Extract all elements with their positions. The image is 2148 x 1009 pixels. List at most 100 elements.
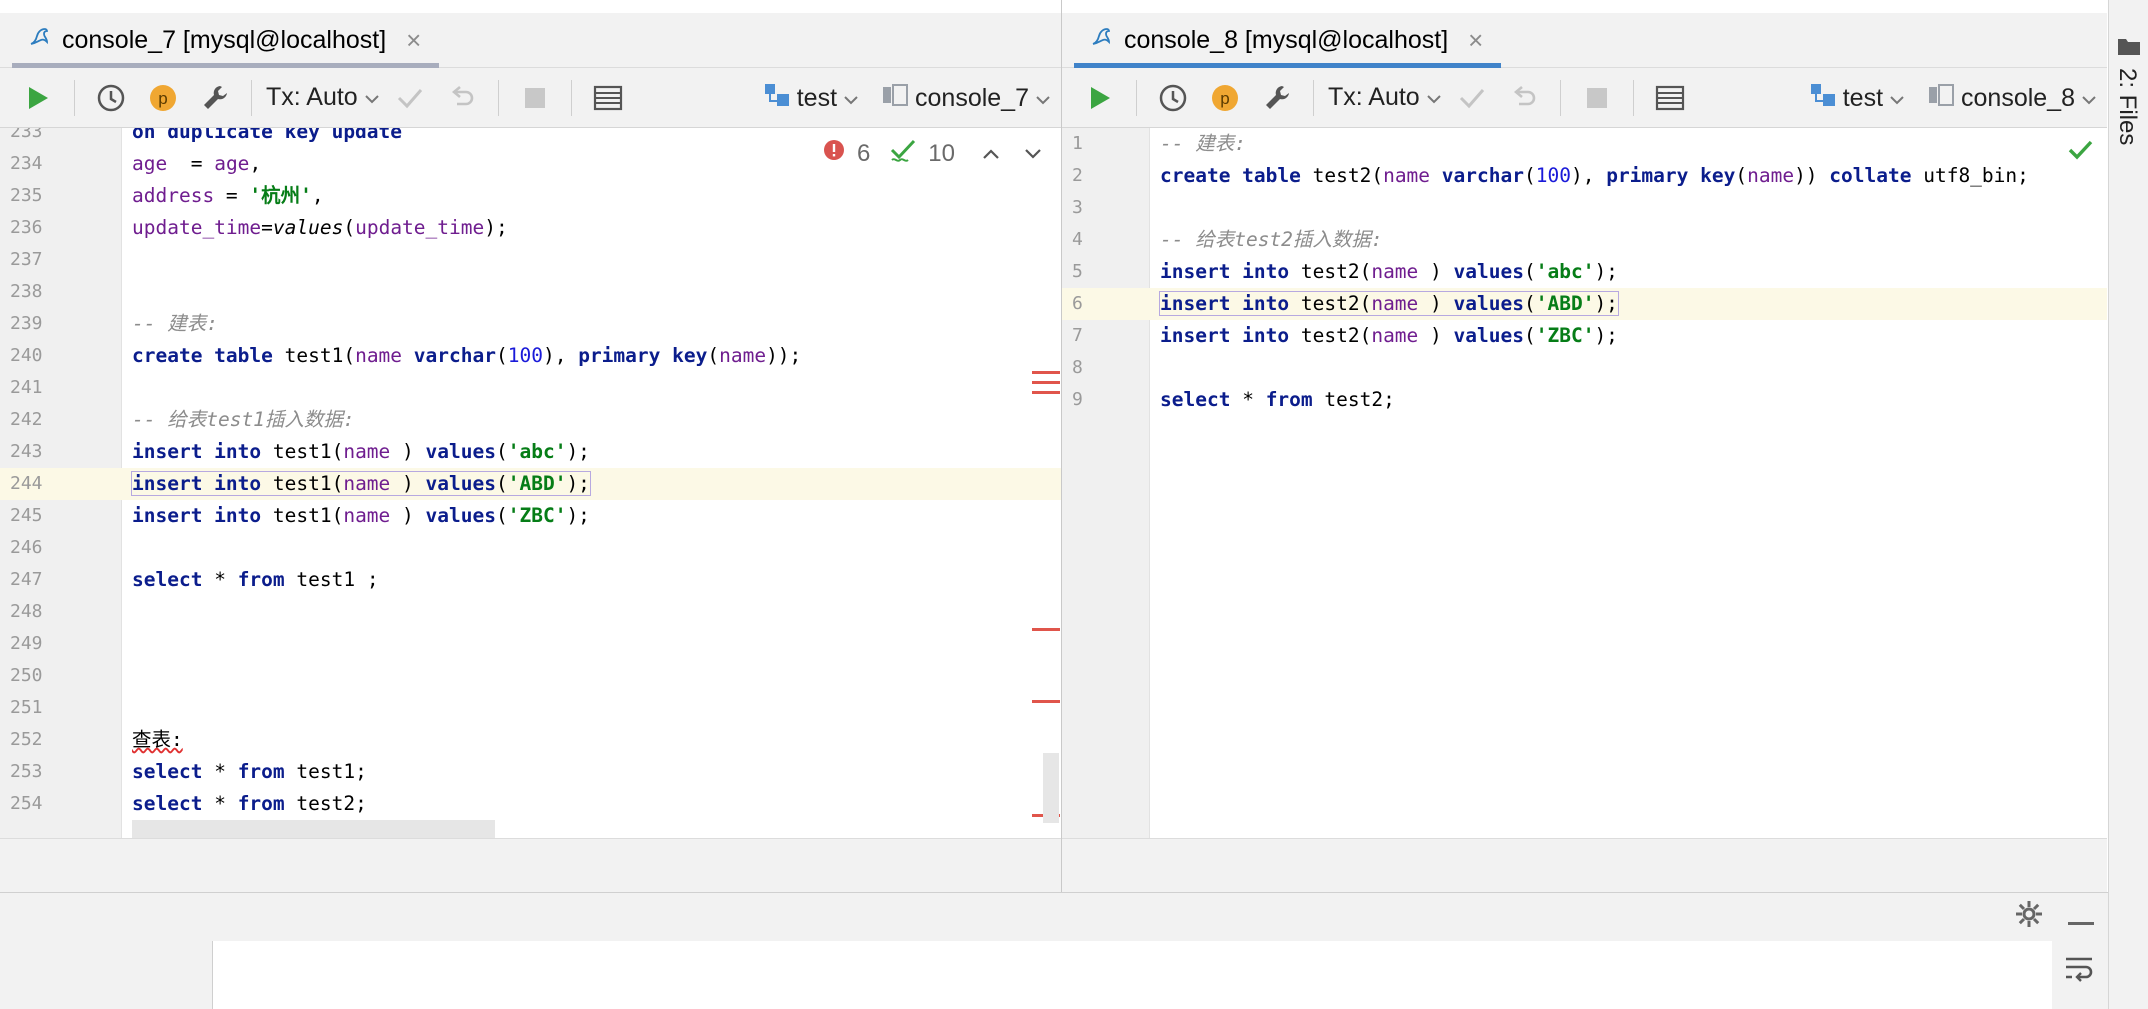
code-line[interactable]: 5 insert into test2(name ) values('abc'); (1062, 256, 2107, 288)
code-line[interactable]: 249 (0, 628, 1061, 660)
code-line[interactable]: 248 (0, 596, 1061, 628)
vertical-scrollbar-thumb[interactable] (1043, 753, 1059, 823)
session-icon (1927, 83, 1955, 114)
transaction-mode-dropdown[interactable]: Tx: Auto (1328, 76, 1442, 120)
code-token: insert into (1160, 260, 1290, 283)
right-sql-editor[interactable]: 1 -- 建表: 2 create table test2(name varchar(… (1062, 128, 2107, 838)
code-line[interactable]: 252 查表: (0, 724, 1061, 756)
run-button[interactable] (16, 76, 60, 120)
console-session-selector[interactable]: console_7 (881, 83, 1051, 114)
left-sql-editor[interactable]: 233 on duplicate key update 234 age = age, 2… (0, 128, 1061, 838)
code-line[interactable]: 250 (0, 660, 1061, 692)
code-line[interactable]: 239 -- 建表: (0, 308, 1061, 340)
history-clock-icon[interactable] (1151, 76, 1195, 120)
code-line[interactable]: 246 (0, 532, 1061, 564)
chevron-up-icon[interactable] (981, 140, 1001, 168)
code-line[interactable]: 238 (0, 276, 1061, 308)
code-token: test2; (1312, 388, 1395, 411)
parameters-p-icon[interactable]: p (141, 76, 185, 120)
bottom-content-area (212, 941, 2052, 1009)
code-line[interactable]: 244 insert into test1(name ) values('ABD'… (0, 468, 1061, 500)
code-line[interactable]: 236 update_time=values(update_time); (0, 212, 1061, 244)
commit-check-icon[interactable] (388, 76, 432, 120)
code-line[interactable]: 3 (1062, 192, 2107, 224)
code-token: ) (390, 440, 426, 463)
code-token: update_time (355, 216, 485, 239)
svg-text:p: p (1220, 89, 1229, 108)
code-line[interactable]: 7 insert into test2(name ) values('ZBC'); (1062, 320, 2107, 352)
wrench-settings-icon[interactable] (193, 76, 237, 120)
code-line[interactable]: 254 select * from test2; (0, 788, 1061, 820)
chevron-down-icon[interactable] (1023, 140, 1043, 168)
code-line[interactable]: 247 select * from test1 ; (0, 564, 1061, 596)
error-stripe-marker[interactable] (1032, 391, 1060, 394)
console-label: console_8 (1961, 83, 2075, 112)
code-line[interactable]: 237 (0, 244, 1061, 276)
minimize-icon[interactable] (2068, 913, 2094, 931)
line-number: 5 (1072, 261, 1083, 282)
tx-mode-label: Tx: Auto (266, 83, 358, 111)
code-token: ) (1418, 324, 1454, 347)
tab-console-7[interactable]: console_7 [mysql@localhost] × (12, 13, 440, 68)
line-number: 236 (10, 217, 43, 238)
transaction-mode-dropdown[interactable]: Tx: Auto (266, 76, 380, 120)
soft-wrap-icon[interactable] (2064, 955, 2094, 988)
error-stripe-marker[interactable] (1032, 700, 1060, 703)
code-token: ( (1523, 324, 1536, 347)
code-line[interactable]: 1 -- 建表: (1062, 128, 2107, 160)
line-number: 244 (10, 473, 43, 494)
code-line[interactable]: 4 -- 给表test2插入数据: (1062, 224, 2107, 256)
close-tab-icon[interactable]: × (406, 25, 421, 56)
code-token: ); (1594, 324, 1618, 347)
stop-icon[interactable] (513, 76, 557, 120)
results-table-icon[interactable] (586, 76, 630, 120)
code-line[interactable]: 251 (0, 692, 1061, 724)
code-line[interactable]: 245 insert into test1(name ) values('ZBC'… (0, 500, 1061, 532)
inspection-widget[interactable]: 6 10 (823, 138, 1043, 169)
code-token: ); (566, 504, 590, 527)
tab-console-8[interactable]: console_8 [mysql@localhost] × (1074, 13, 1502, 68)
code-line[interactable]: 8 (1062, 352, 2107, 384)
code-token: 'ABD' (1535, 292, 1595, 315)
code-text: create table test1(name varchar(100), pr… (132, 340, 801, 372)
rollback-undo-icon[interactable] (440, 76, 484, 120)
line-number: 248 (10, 601, 43, 622)
close-tab-icon[interactable]: × (1468, 25, 1483, 56)
files-tool-label: 2: Files (2114, 68, 2141, 146)
run-button[interactable] (1078, 76, 1122, 120)
rollback-undo-icon[interactable] (1502, 76, 1546, 120)
code-line[interactable]: 235 address = '杭州', (0, 180, 1061, 212)
error-stripe-marker[interactable] (1032, 381, 1060, 384)
gear-icon[interactable] (2014, 899, 2044, 934)
line-number: 3 (1072, 197, 1083, 218)
files-tool-button[interactable]: 2: Files (2109, 30, 2148, 170)
error-stripe-marker[interactable] (1032, 371, 1060, 374)
stop-icon[interactable] (1575, 76, 1619, 120)
horizontal-scrollbar[interactable] (132, 820, 495, 838)
code-token: varchar (1441, 164, 1524, 187)
code-token: insert into (132, 472, 262, 495)
history-clock-icon[interactable] (89, 76, 133, 120)
code-text: insert into test2(name ) values('ZBC'); (1160, 320, 1618, 352)
console-session-selector[interactable]: console_8 (1927, 83, 2097, 114)
code-line[interactable]: 9 select * from test2; (1062, 384, 2107, 416)
line-number: 254 (10, 793, 43, 814)
code-line[interactable]: 242 -- 给表test1插入数据: (0, 404, 1061, 436)
schema-selector[interactable]: test (763, 82, 859, 115)
no-problems-check-icon[interactable] (2067, 138, 2093, 167)
wrench-settings-icon[interactable] (1255, 76, 1299, 120)
code-line[interactable]: 241 (0, 372, 1061, 404)
commit-check-icon[interactable] (1450, 76, 1494, 120)
code-line[interactable]: 240 create table test1(name varchar(100),… (0, 340, 1061, 372)
code-line[interactable]: 243 insert into test1(name ) values('abc'… (0, 436, 1061, 468)
code-line[interactable]: 2 create table test2(name varchar(100), p… (1062, 160, 2107, 192)
schema-selector[interactable]: test (1809, 82, 1905, 115)
code-line[interactable]: 6 insert into test2(name ) values('ABD'); (1062, 288, 2107, 320)
code-token: from (237, 760, 285, 783)
code-token: , (311, 184, 324, 207)
code-line[interactable]: 253 select * from test1; (0, 756, 1061, 788)
code-token: ( (1523, 260, 1536, 283)
error-stripe-marker[interactable] (1032, 628, 1060, 631)
results-table-icon[interactable] (1648, 76, 1692, 120)
parameters-p-icon[interactable]: p (1203, 76, 1247, 120)
